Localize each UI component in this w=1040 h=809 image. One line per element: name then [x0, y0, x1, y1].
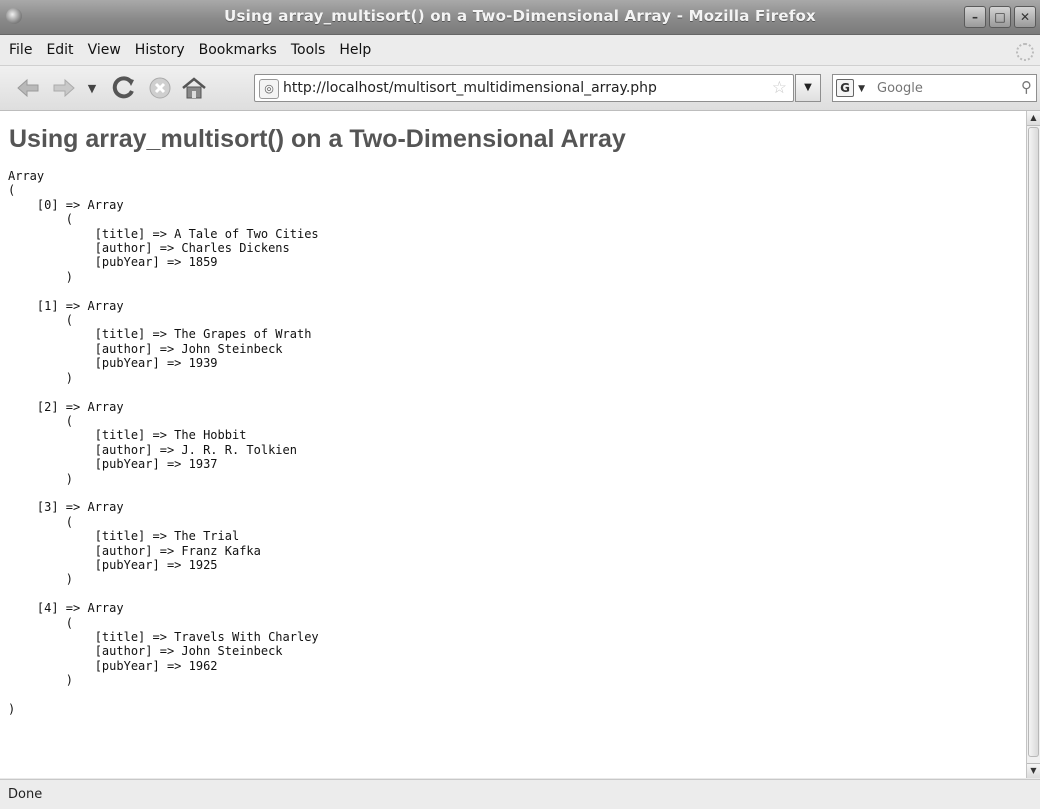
forward-arrow-icon: [53, 78, 75, 98]
scroll-up-icon[interactable]: ▲: [1027, 111, 1040, 126]
browser-window: Using array_multisort() on a Two-Dimensi…: [0, 0, 1040, 809]
reload-icon: [112, 76, 134, 99]
menu-help[interactable]: Help: [332, 35, 378, 65]
search-engine-selector[interactable]: G ▼: [836, 78, 874, 98]
reload-button[interactable]: [110, 74, 138, 102]
title-bar[interactable]: Using array_multisort() on a Two-Dimensi…: [0, 0, 1040, 35]
history-dropdown-button[interactable]: ▼: [84, 74, 100, 102]
throbber-icon: [1016, 43, 1034, 61]
scroll-down-icon[interactable]: ▼: [1027, 763, 1040, 778]
close-icon[interactable]: ✕: [1014, 6, 1036, 28]
home-icon: [182, 77, 206, 99]
chevron-down-icon: ▼: [804, 82, 812, 93]
maximize-icon[interactable]: □: [989, 6, 1011, 28]
stop-button[interactable]: [146, 74, 174, 102]
address-bar[interactable]: ◎ ☆: [254, 74, 794, 102]
menu-history[interactable]: History: [128, 35, 192, 65]
stop-icon: [149, 77, 171, 99]
navigation-toolbar: ▼ ◎ ☆ ▼: [0, 66, 1040, 111]
menu-file[interactable]: File: [2, 35, 39, 65]
url-input[interactable]: [283, 75, 763, 101]
search-input[interactable]: [877, 75, 997, 101]
forward-button[interactable]: [50, 74, 78, 102]
status-bar: Done: [0, 779, 1040, 809]
menu-tools[interactable]: Tools: [284, 35, 333, 65]
page-heading: Using array_multisort() on a Two-Dimensi…: [9, 125, 626, 153]
array-output: Array ( [0] => Array ( [title] => A Tale…: [8, 169, 319, 717]
google-engine-icon: G: [836, 78, 854, 97]
window-controls: – □ ✕: [964, 6, 1036, 28]
minimize-icon[interactable]: –: [964, 6, 986, 28]
home-button[interactable]: [180, 74, 208, 102]
vertical-scrollbar[interactable]: ▲ ▼: [1026, 111, 1040, 778]
window-title: Using array_multisort() on a Two-Dimensi…: [224, 7, 816, 25]
back-arrow-icon: [17, 78, 39, 98]
page-content: Using array_multisort() on a Two-Dimensi…: [0, 111, 1026, 778]
menu-edit[interactable]: Edit: [39, 35, 80, 65]
menu-bar: File Edit View History Bookmarks Tools H…: [0, 35, 1040, 66]
menu-bookmarks[interactable]: Bookmarks: [192, 35, 284, 65]
url-history-dropdown-button[interactable]: ▼: [795, 74, 821, 102]
search-magnifier-icon[interactable]: ⚲: [1021, 78, 1032, 96]
scrollbar-thumb[interactable]: [1028, 127, 1039, 757]
back-button[interactable]: [14, 74, 42, 102]
chevron-down-icon: ▼: [87, 81, 97, 95]
status-text: Done: [8, 787, 43, 802]
search-bar[interactable]: G ▼ ⚲: [832, 74, 1037, 102]
bookmark-star-icon[interactable]: ☆: [772, 78, 787, 98]
menu-view[interactable]: View: [81, 35, 128, 65]
site-identity-icon[interactable]: ◎: [259, 79, 279, 99]
chevron-down-icon: ▼: [858, 84, 866, 94]
